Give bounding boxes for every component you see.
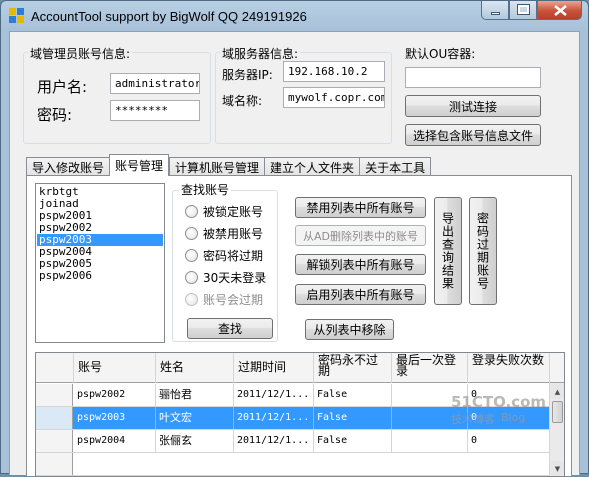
password-expire-label: 密码过期账号 bbox=[475, 212, 490, 290]
cell-account: pspw2002 bbox=[74, 384, 156, 406]
radio-circle bbox=[185, 249, 198, 262]
cell-expires: 2011/12/1... bbox=[234, 430, 314, 452]
cell-expires: 2011/12/1... bbox=[234, 384, 314, 406]
column-header-failures[interactable]: 登录失败次数 bbox=[468, 353, 550, 383]
column-header-never-expires[interactable]: 密码永不过期 bbox=[314, 353, 392, 383]
cell-never-expires: False bbox=[314, 384, 392, 406]
radio-circle bbox=[185, 271, 198, 284]
domain-name-label: 域名称: bbox=[222, 94, 263, 108]
cell-account: pspw2004 bbox=[74, 430, 156, 452]
watermark-line-1: 51CTO.com bbox=[451, 393, 547, 411]
radio-label: 被禁用账号 bbox=[203, 227, 264, 241]
list-item[interactable]: pspw2006 bbox=[37, 270, 163, 282]
radio-label: 账号会过期 bbox=[203, 293, 264, 307]
column-header-expires[interactable]: 过期时间 bbox=[234, 353, 314, 383]
username-input[interactable]: administrator bbox=[110, 73, 200, 94]
app-icon bbox=[9, 8, 25, 24]
unlock-all-button[interactable]: 解锁列表中所有账号 bbox=[295, 254, 426, 275]
export-results-label: 导出查询结果 bbox=[440, 212, 455, 290]
cell-expires: 2011/12/1... bbox=[234, 407, 314, 429]
maximize-icon bbox=[517, 4, 530, 15]
row-header[interactable] bbox=[36, 453, 73, 475]
radio-circle bbox=[185, 227, 198, 240]
maximize-button[interactable] bbox=[509, 1, 537, 20]
cell-last-login bbox=[392, 430, 468, 452]
find-button[interactable]: 查找 bbox=[187, 318, 273, 339]
domain-name-input[interactable]: mywolf.copr.com bbox=[283, 87, 385, 108]
select-account-file-button[interactable]: 选择包含账号信息文件 bbox=[405, 124, 541, 146]
cell-name: 骊怡君 bbox=[156, 384, 234, 406]
table-row[interactable]: pspw2004 张俪玄 2011/12/1... False 0 bbox=[36, 430, 550, 453]
title-bar[interactable]: AccountTool support by BigWolf QQ 249191… bbox=[1, 1, 588, 31]
cell-failures: 0 bbox=[468, 430, 550, 452]
password-input[interactable]: ******** bbox=[110, 100, 200, 121]
watermark-line-3: Blog bbox=[501, 411, 526, 424]
account-management-page: krbtgt joinad pspw2001 pspw2002 pspw2003… bbox=[26, 175, 572, 477]
delete-from-ad-button[interactable]: 从AD删除列表中的账号 bbox=[295, 225, 426, 246]
domain-admin-group-label: 域管理员账号信息: bbox=[28, 45, 133, 62]
cell-never-expires: False bbox=[314, 407, 392, 429]
radio-label: 30天未登录 bbox=[203, 271, 267, 285]
column-header-name[interactable]: 姓名 bbox=[156, 353, 234, 383]
password-expire-button[interactable]: 密码过期账号 bbox=[469, 197, 497, 305]
radio-locked-accounts[interactable]: 被锁定账号 bbox=[185, 203, 263, 220]
table-row-partial[interactable] bbox=[36, 453, 550, 476]
domain-admin-group bbox=[23, 52, 211, 144]
username-label: 用户名: bbox=[37, 78, 88, 96]
server-ip-input[interactable]: 192.168.10.2 bbox=[283, 61, 385, 82]
minimize-button[interactable] bbox=[481, 1, 509, 20]
cell-never-expires: False bbox=[314, 430, 392, 452]
account-listbox[interactable]: krbtgt joinad pspw2001 pspw2002 pspw2003… bbox=[35, 183, 165, 343]
close-button[interactable] bbox=[537, 1, 582, 20]
search-group-label: 查找账号 bbox=[179, 181, 232, 198]
column-header-account[interactable]: 账号 bbox=[74, 353, 156, 383]
radio-password-expiring[interactable]: 密码将过期 bbox=[185, 247, 263, 264]
watermark: 51CTO.com 技术博客 Blog bbox=[451, 393, 581, 427]
row-header[interactable] bbox=[36, 407, 73, 429]
row-header[interactable] bbox=[36, 430, 73, 452]
tab-strip: 导入修改账号 账号管理 计算机账号管理 建立个人文件夹 关于本工具 bbox=[26, 154, 432, 176]
minimize-icon bbox=[491, 12, 500, 15]
disable-all-button[interactable]: 禁用列表中所有账号 bbox=[295, 197, 426, 218]
tab-computer-accounts[interactable]: 计算机账号管理 bbox=[169, 157, 265, 176]
close-icon bbox=[554, 4, 567, 17]
default-ou-input[interactable] bbox=[405, 67, 541, 88]
radio-circle bbox=[185, 205, 198, 218]
radio-label: 密码将过期 bbox=[203, 249, 264, 263]
cell-name: 叶文宏 bbox=[156, 407, 234, 429]
window-title: AccountTool support by BigWolf QQ 249191… bbox=[31, 9, 307, 24]
radio-label: 被锁定账号 bbox=[203, 205, 264, 219]
server-ip-label: 服务器IP: bbox=[222, 68, 273, 82]
enable-all-button[interactable]: 启用列表中所有账号 bbox=[295, 284, 426, 305]
radio-circle bbox=[185, 293, 198, 306]
tab-import-modify[interactable]: 导入修改账号 bbox=[26, 157, 110, 176]
watermark-line-2: 技术博客 bbox=[451, 413, 495, 426]
default-ou-label: 默认OU容器: bbox=[405, 47, 476, 61]
tab-about[interactable]: 关于本工具 bbox=[359, 157, 432, 176]
test-connection-button[interactable]: 测试连接 bbox=[405, 95, 541, 117]
password-label: 密码: bbox=[37, 106, 73, 124]
domain-server-group-label: 域服务器信息: bbox=[220, 45, 301, 62]
radio-30-days-inactive[interactable]: 30天未登录 bbox=[185, 269, 266, 286]
tab-account-management[interactable]: 账号管理 bbox=[109, 154, 170, 176]
app-window: AccountTool support by BigWolf QQ 249191… bbox=[0, 0, 589, 477]
radio-account-expiring[interactable]: 账号会过期 bbox=[185, 291, 263, 308]
remove-from-list-button[interactable]: 从列表中移除 bbox=[305, 319, 394, 340]
cell-name: 张俪玄 bbox=[156, 430, 234, 452]
radio-disabled-accounts[interactable]: 被禁用账号 bbox=[185, 225, 263, 242]
column-header-last-login[interactable]: 最后一次登录 bbox=[392, 353, 468, 383]
tab-personal-folder[interactable]: 建立个人文件夹 bbox=[264, 157, 360, 176]
grid-corner bbox=[36, 353, 74, 383]
cell-account: pspw2003 bbox=[74, 407, 156, 429]
grid-header: 账号 姓名 过期时间 密码永不过期 最后一次登录 登录失败次数 bbox=[36, 353, 564, 383]
row-header[interactable] bbox=[36, 384, 73, 406]
export-results-button[interactable]: 导出查询结果 bbox=[434, 197, 462, 305]
